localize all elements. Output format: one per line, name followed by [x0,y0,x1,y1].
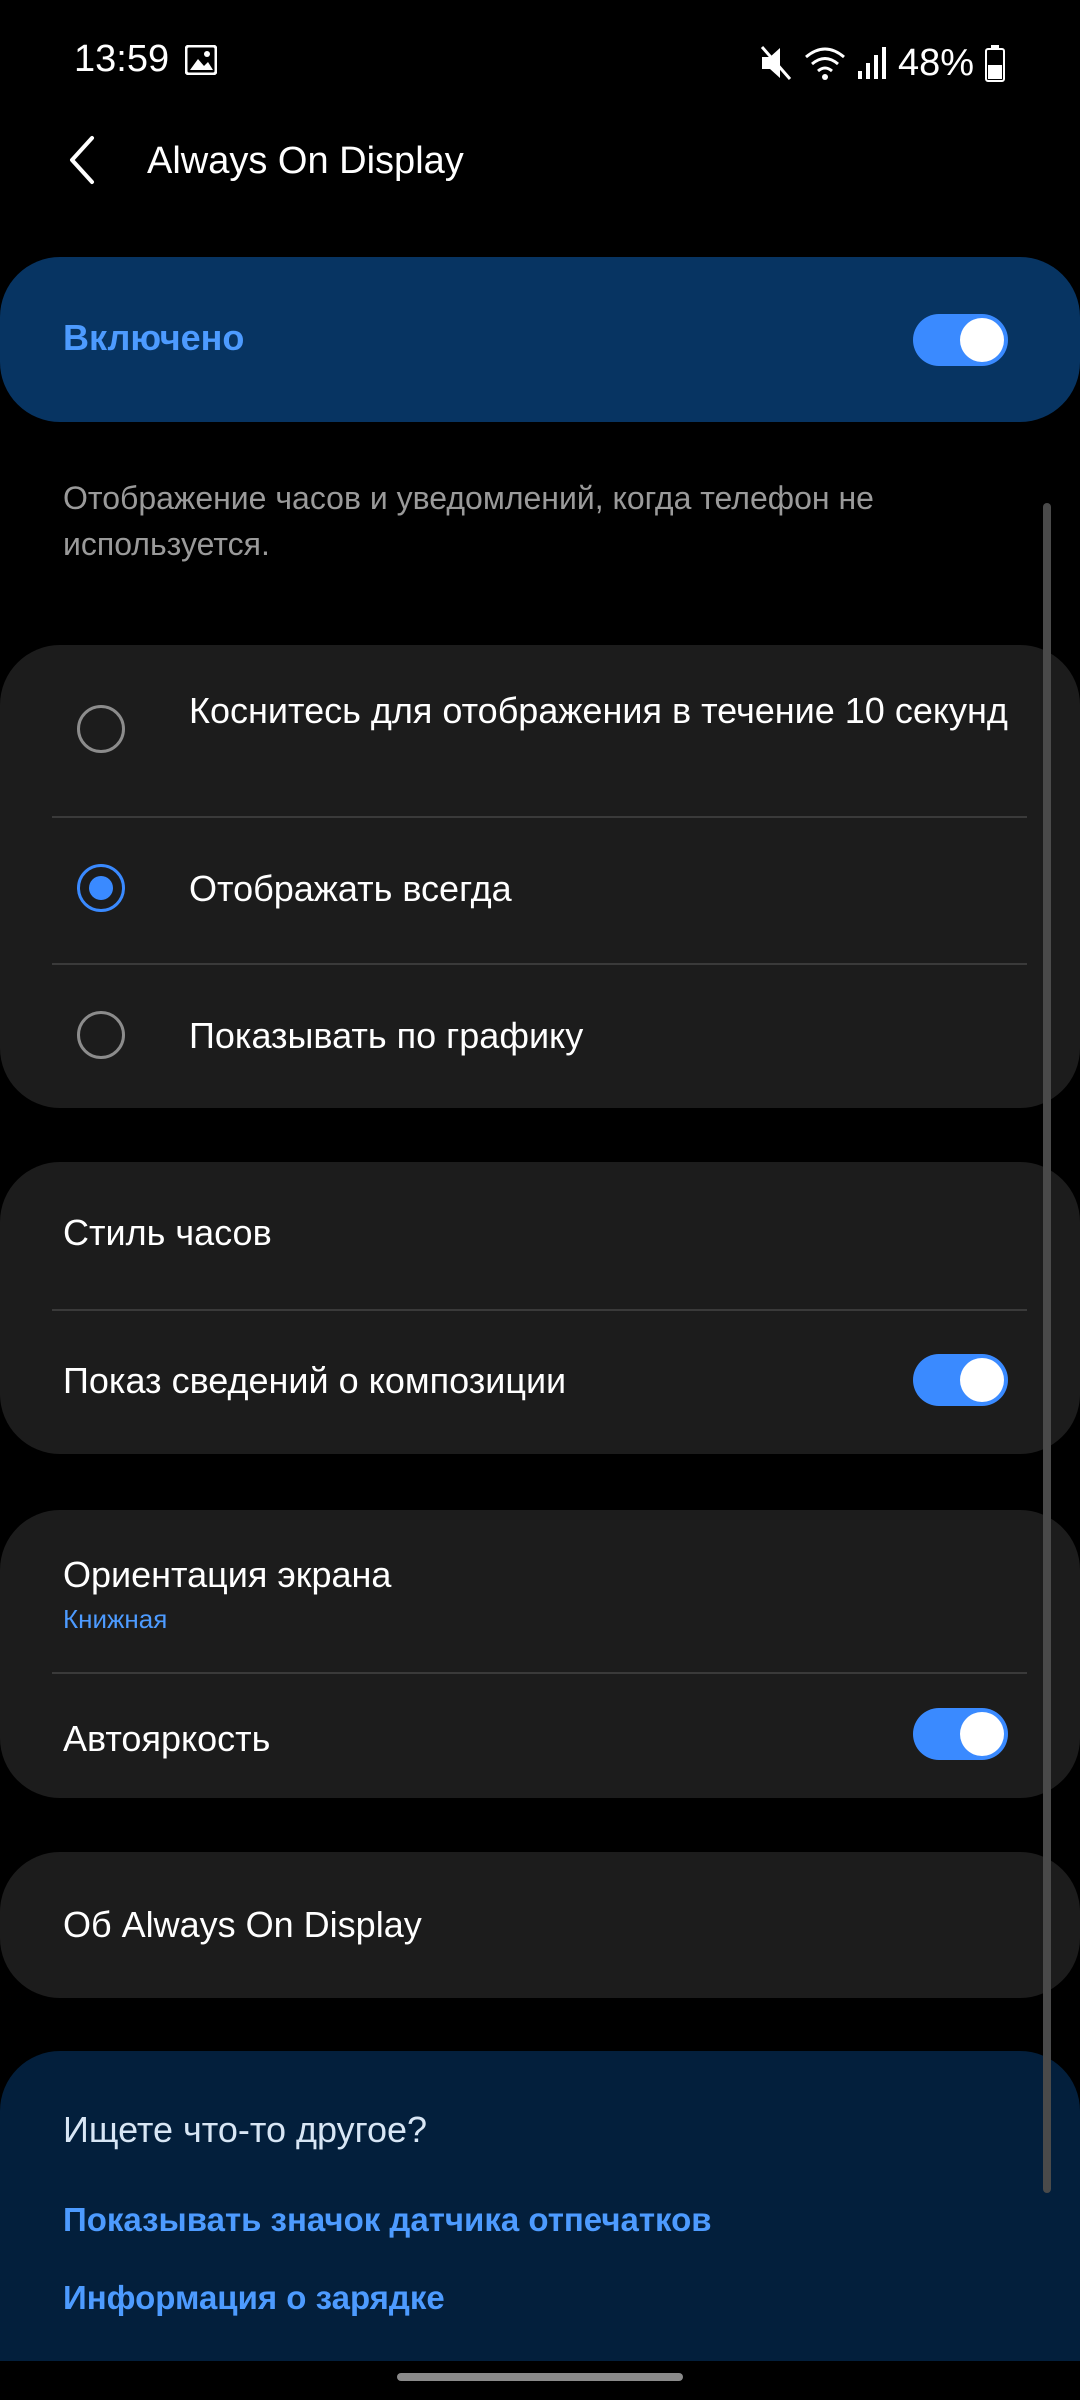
suggestions-card: Ищете что-то другое? Показывать значок д… [0,2051,1080,2361]
radio-show-always[interactable] [77,864,125,912]
show-music-info-label[interactable]: Показ сведений о композиции [63,1360,566,1402]
clock-style-item[interactable]: Стиль часов [63,1212,272,1254]
about-card[interactable]: Об Always On Display [0,1852,1080,1998]
about-aod-item[interactable]: Об Always On Display [63,1904,422,1946]
master-toggle-label: Включено [63,317,245,358]
feature-description: Отображение часов и уведомлений, когда т… [63,480,874,562]
master-toggle-switch[interactable] [913,314,1008,366]
battery-percent: 48% [897,41,974,84]
orientation-value: Книжная [63,1604,168,1634]
status-time: 13:59 [74,38,170,80]
back-icon[interactable] [60,130,112,190]
display-mode-card: Коснитесь для отображения в течение 10 с… [0,645,1080,1108]
clock-settings-card: Стиль часов Показ сведений о композиции [0,1162,1080,1454]
status-bar: 13:59 48% [0,0,1080,125]
show-music-info-toggle[interactable] [913,1354,1008,1406]
fingerprint-icon-link[interactable]: Показывать значок датчика отпечатков [63,2201,712,2239]
option-tap-to-show-label[interactable]: Коснитесь для отображения в течение 10 с… [189,689,1009,733]
auto-brightness-toggle[interactable] [913,1708,1008,1760]
gallery-icon [185,45,217,75]
option-show-always-label[interactable]: Отображать всегда [189,868,512,910]
mute-icon [760,46,792,80]
signal-icon [857,47,886,79]
orientation-label[interactable]: Ориентация экрана [63,1554,391,1596]
wifi-icon [804,47,845,80]
screen-settings-card: Ориентация экрана Книжная Автояркость [0,1510,1080,1798]
page-title: Always On Display [147,140,464,182]
suggestions-heading: Ищете что-то другое? [63,2109,428,2150]
charging-info-link[interactable]: Информация о зарядке [63,2279,445,2317]
auto-brightness-label[interactable]: Автояркость [63,1718,270,1760]
master-toggle-card[interactable]: Включено [0,257,1080,422]
option-show-scheduled-label[interactable]: Показывать по графику [189,1015,583,1057]
home-indicator[interactable] [397,2373,683,2381]
radio-show-scheduled[interactable] [77,1011,125,1059]
scrollbar[interactable] [1043,503,1051,2193]
radio-tap-to-show[interactable] [77,705,125,753]
battery-icon [985,45,1005,82]
